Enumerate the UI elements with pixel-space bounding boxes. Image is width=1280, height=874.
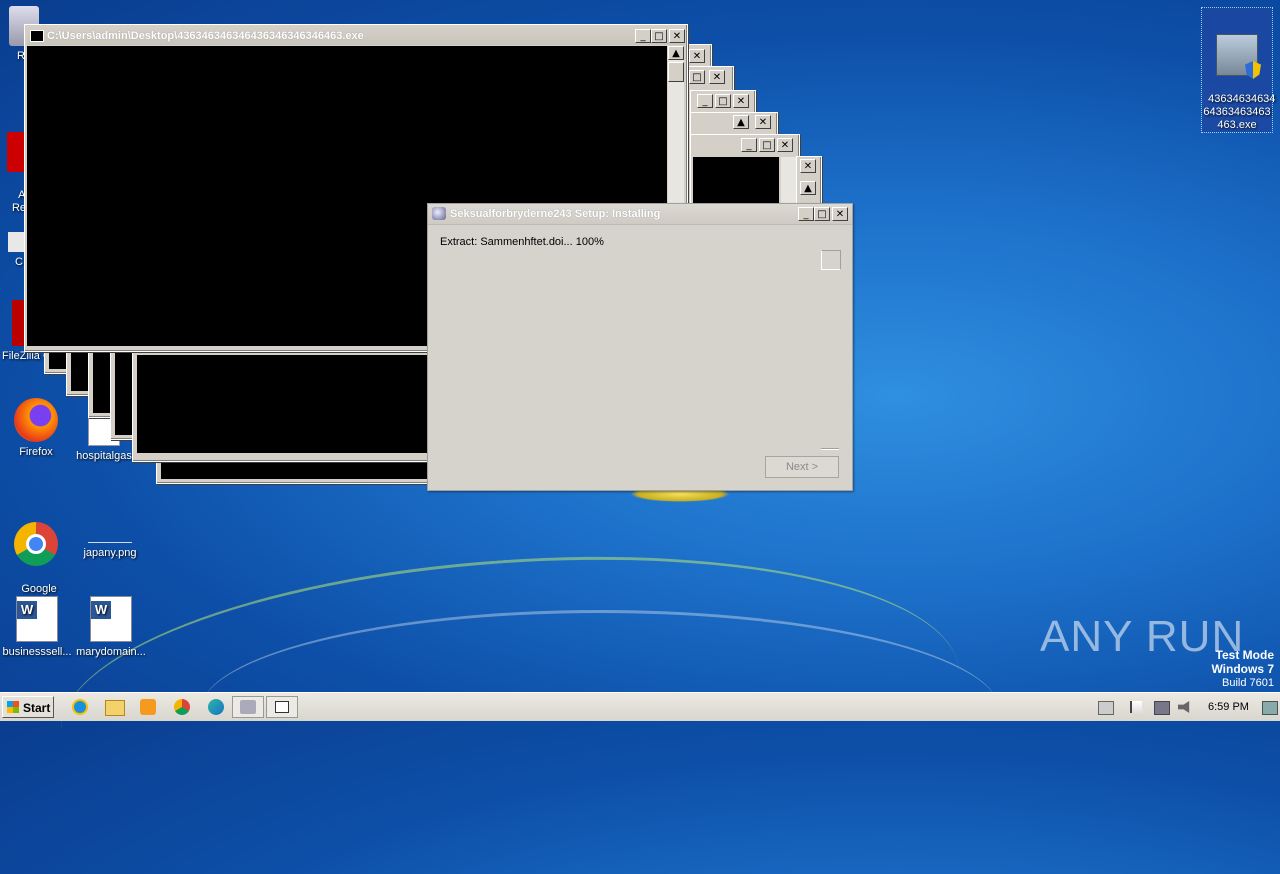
console-titlebar[interactable]: C:\Users\admin\Desktop\43634634634643634… (27, 27, 685, 45)
taskbar: Start 6:59 PM (0, 692, 1280, 721)
action-center-flag-icon[interactable] (1130, 701, 1142, 713)
maximize-button[interactable]: □ (759, 138, 775, 152)
maximize-button[interactable]: □ (814, 207, 830, 221)
volume-icon[interactable] (1178, 701, 1190, 713)
scroll-up-button[interactable]: ▲ (668, 46, 684, 60)
scroll-thumb[interactable] (668, 62, 684, 82)
desktop-icon-label: C (15, 256, 23, 268)
installer-icon (432, 207, 446, 220)
console-window-stacked[interactable] (132, 350, 434, 462)
firefox-icon (14, 398, 58, 442)
close-button[interactable]: ✕ (832, 207, 848, 221)
console-icon (30, 30, 44, 42)
desktop-icon-businesssell[interactable]: W businesssell... (2, 596, 72, 659)
show-desktop-tray-icon[interactable] (1098, 701, 1114, 715)
desktop-icon-label: marydomain... (76, 646, 146, 658)
maximize-button[interactable]: □ (651, 29, 667, 43)
desktop-icon-japany-png[interactable]: japany.png (78, 520, 142, 560)
image-file-icon (88, 520, 132, 543)
windows-flag-icon (7, 701, 19, 713)
minimize-button[interactable]: _ (798, 207, 814, 221)
chrome-icon (14, 522, 58, 566)
taskbar-installer-task[interactable] (232, 696, 264, 718)
taskbar-chrome-icon[interactable] (168, 696, 196, 718)
console-title: C:\Users\admin\Desktop\43634634634643634… (47, 30, 364, 42)
close-button[interactable]: ✕ (777, 138, 793, 152)
install-status-text: Extract: Sammenhftet.doi... 100% (440, 236, 604, 248)
word-document-icon: W (16, 596, 58, 642)
build-line: Build 7601 (1222, 677, 1274, 689)
desktop-icon-label: japany.png (83, 547, 137, 559)
desktop-icon-firefox[interactable]: Firefox (4, 398, 68, 459)
next-button[interactable]: Next > (765, 456, 839, 478)
desktop-icon-marydomain[interactable]: W marydomain... (74, 596, 148, 659)
application-exe-icon (1216, 34, 1261, 79)
show-desktop-button[interactable] (1262, 701, 1278, 715)
minimize-button[interactable]: _ (635, 29, 651, 43)
close-button[interactable]: ✕ (669, 29, 685, 43)
close-button[interactable]: ✕ (800, 159, 816, 173)
taskbar-ie-icon[interactable] (66, 696, 94, 718)
minimize-button[interactable]: _ (697, 94, 713, 108)
desktop-icon-label: businesssell... (2, 646, 72, 658)
setup-titlebar[interactable]: Seksualforbryderne243 Setup: Installing … (428, 204, 852, 225)
desktop-icon-label: 43634634634 64363463463 463.exe (1203, 93, 1276, 131)
scroll-up-button[interactable]: ▲ (800, 181, 816, 195)
setup-dialog[interactable]: Seksualforbryderne243 Setup: Installing … (427, 203, 853, 491)
word-document-icon: W (90, 596, 132, 642)
taskbar-explorer-icon[interactable] (100, 696, 128, 718)
windows-version-line: Windows 7 (1211, 662, 1274, 676)
desktop-icon-exe[interactable]: 43634634634 64363463463 463.exe (1201, 7, 1276, 133)
maximize-button[interactable]: □ (689, 70, 705, 84)
taskbar-edge-icon[interactable] (202, 696, 230, 718)
desktop-icon-chrome[interactable]: Google Chrome (4, 496, 68, 609)
start-label: Start (23, 701, 51, 715)
minimize-button[interactable]: _ (741, 138, 757, 152)
desktop-icon-label: hospitalgas (76, 450, 132, 462)
maximize-button[interactable]: □ (715, 94, 731, 108)
separator (821, 448, 839, 450)
setup-title: Seksualforbryderne243 Setup: Installing (450, 208, 661, 220)
close-button[interactable]: ✕ (689, 49, 705, 63)
desktop-icon-label: Firefox (19, 446, 53, 458)
scroll-up-button[interactable]: ▲ (733, 115, 749, 129)
taskbar-media-player-icon[interactable] (134, 696, 162, 718)
test-mode-text: Test Mode Windows 7 Build 7601 (1211, 648, 1274, 690)
close-button[interactable]: ✕ (709, 70, 725, 84)
taskbar-console-task[interactable] (266, 696, 298, 718)
start-button[interactable]: Start (2, 696, 54, 718)
clock[interactable]: 6:59 PM (1208, 701, 1249, 713)
close-button[interactable]: ✕ (733, 94, 749, 108)
console-screen (137, 355, 429, 453)
test-mode-line: Test Mode (1215, 648, 1274, 662)
details-list-frame (821, 250, 841, 270)
network-icon[interactable] (1154, 701, 1170, 715)
close-button[interactable]: ✕ (755, 115, 771, 129)
